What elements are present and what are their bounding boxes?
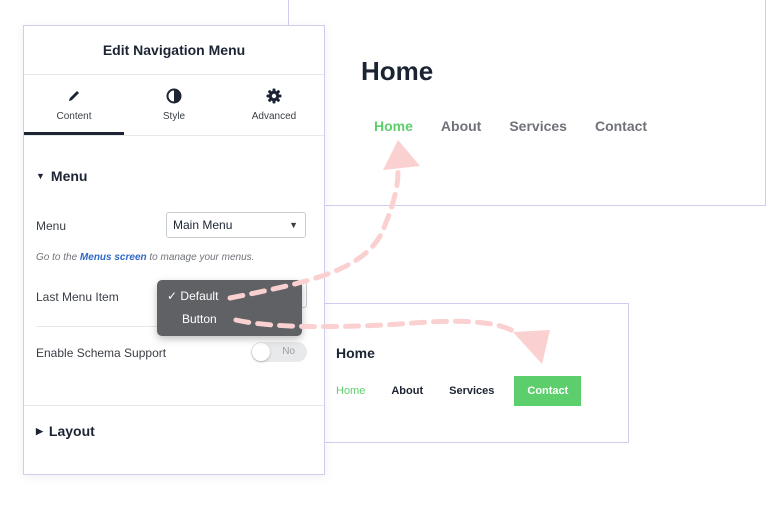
option-label: Default [180,289,219,303]
menus-screen-link[interactable]: Menus screen [80,252,147,263]
preview-button: Home Home About Services Contact [304,303,629,443]
preview-default: Home Home About Services Contact [288,0,766,206]
preview-nav: Home About Services Contact [336,376,582,406]
tab-style[interactable]: Style [124,75,224,135]
tab-label: Advanced [251,111,297,122]
section-title: Layout [48,423,95,439]
schema-label: Enable Schema Support [36,346,167,360]
preview-page-title: Home [361,56,434,86]
contrast-icon [124,87,224,105]
gear-icon [224,87,324,105]
preview-page-title: Home [336,345,375,361]
tab-label: Content [56,111,92,122]
nav-item-about[interactable]: About [391,385,423,397]
toggle-knob [252,343,270,361]
help-suffix: to manage your menus. [146,252,255,263]
nav-item-home[interactable]: Home [374,118,413,134]
nav-item-contact[interactable]: Contact [595,118,647,134]
option-label: Button [182,312,217,326]
nav-item-home[interactable]: Home [336,385,365,397]
section-menu-toggle[interactable]: ▼ Menu [36,168,87,184]
menu-help-text: Go to the Menus screen to manage your me… [36,252,254,263]
menu-select-value: Main Menu [173,218,233,232]
section-layout-toggle[interactable]: ▶ Layout [36,423,95,439]
menu-field-label: Menu [36,219,67,233]
nav-contact-button[interactable]: Contact [514,376,582,406]
last-menu-item-dropdown: ✓ Default Button [157,280,302,336]
caret-right-icon: ▶ [36,425,43,436]
pencil-icon [24,87,124,105]
nav-item-about[interactable]: About [441,118,481,134]
last-menu-item-label: Last Menu Item [36,290,119,304]
tab-content[interactable]: Content [24,75,124,135]
toggle-text: No [282,346,295,357]
divider [24,405,324,406]
section-title: Menu [50,168,88,184]
tab-label: Style [162,111,186,122]
chevron-down-icon: ▼ [289,220,298,230]
nav-item-services[interactable]: Services [509,118,567,134]
panel-title: Edit Navigation Menu [24,26,324,75]
checkmark-icon: ✓ [167,289,178,303]
caret-down-icon: ▼ [36,171,45,181]
nav-item-services[interactable]: Services [449,385,494,397]
help-prefix: Go to the [36,252,80,263]
schema-toggle[interactable]: No [251,342,307,362]
menu-select[interactable]: Main Menu ▼ [166,212,306,238]
editor-panel: Edit Navigation Menu Content Style Advan… [23,25,325,475]
panel-tabs: Content Style Advanced [24,75,324,136]
tab-advanced[interactable]: Advanced [224,75,324,135]
dropdown-option-default[interactable]: ✓ Default [167,289,218,303]
dropdown-option-button[interactable]: Button [182,312,217,326]
preview-nav: Home About Services Contact [374,118,675,134]
